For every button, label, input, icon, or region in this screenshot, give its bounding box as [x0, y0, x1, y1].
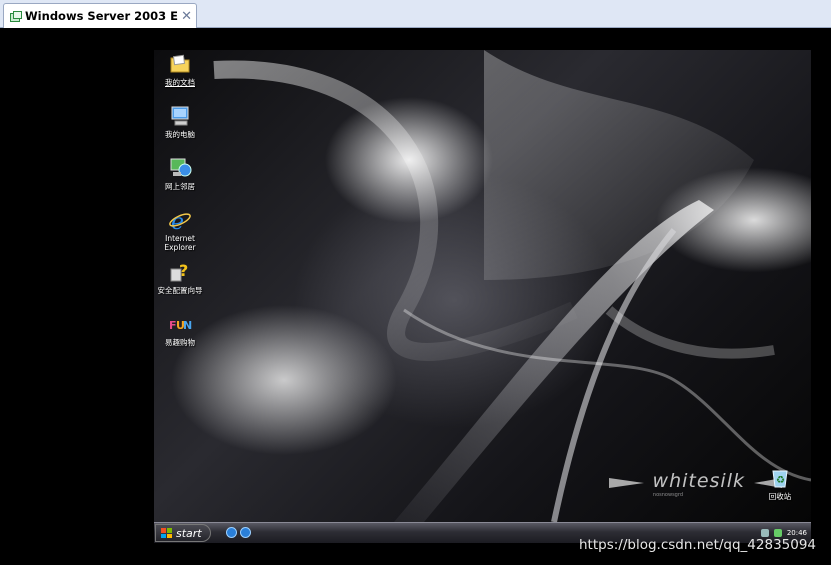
desktop-icon-fun[interactable]: FUN 易趣购物: [154, 312, 206, 347]
icon-label: 网上邻居: [165, 182, 195, 191]
windows-flag-icon: [161, 528, 172, 538]
vm-icon: [10, 10, 22, 22]
svg-text:♻: ♻: [776, 475, 785, 486]
start-button[interactable]: start: [155, 524, 211, 542]
desktop-icon-my-computer[interactable]: 我的电脑: [154, 104, 206, 139]
wallpaper-swirl: [213, 50, 811, 522]
svg-text:N: N: [183, 319, 192, 332]
network-icon: [168, 156, 192, 180]
clock[interactable]: 20:46: [787, 529, 807, 537]
internet-explorer-icon: e: [168, 208, 192, 235]
wallpaper-brand: whitesilk: [652, 470, 745, 492]
folder-icon: [168, 52, 192, 76]
svg-text:?: ?: [179, 261, 188, 280]
computer-icon: [168, 104, 192, 128]
guest-desktop[interactable]: whitesilk nosnowsgrd 我的文档 我的电脑 网上邻居 e In…: [154, 50, 811, 522]
icon-label: Internet Explorer: [164, 234, 196, 252]
icon-label: 安全配置向导: [157, 286, 203, 295]
quicklaunch-desktop-icon[interactable]: [240, 527, 251, 538]
quicklaunch-ie-icon[interactable]: [226, 527, 237, 538]
close-icon[interactable]: ✕: [181, 10, 192, 23]
svg-text:e: e: [171, 210, 184, 232]
vm-window: { "tab": {"title": "Windows Server 2003 …: [0, 0, 831, 565]
desktop-icon-my-documents[interactable]: 我的文档: [154, 52, 206, 87]
icon-label: 回收站: [768, 492, 792, 501]
tab-windows-server[interactable]: Windows Server 2003 Enter... ✕: [3, 3, 197, 28]
icon-label: 我的文档: [165, 78, 195, 87]
desktop-icon-security-wizard[interactable]: ? 安全配置向导: [154, 260, 206, 295]
desktop-icon-network-places[interactable]: 网上邻居: [154, 156, 206, 191]
vm-tab-bar: Windows Server 2003 Enter... ✕: [0, 0, 831, 28]
volume-icon[interactable]: [760, 528, 769, 537]
network-status-icon[interactable]: [773, 528, 782, 537]
icon-label: 我的电脑: [165, 130, 195, 139]
tab-title: Windows Server 2003 Enter...: [25, 9, 179, 23]
recycle-bin-icon: ♻: [768, 466, 792, 490]
desktop-icon-internet-explorer[interactable]: e Internet Explorer: [154, 208, 206, 252]
watermark-url: https://blog.csdn.net/qq_42835094: [579, 537, 817, 553]
wallpaper-brand-sub: nosnowsgrd: [652, 492, 683, 498]
wizard-icon: ?: [168, 260, 192, 284]
icon-label: 易趣购物: [165, 338, 195, 347]
desktop-icon-recycle-bin[interactable]: ♻ 回收站: [754, 466, 806, 501]
fun-icon: FUN: [168, 312, 192, 336]
start-label: start: [176, 526, 202, 540]
